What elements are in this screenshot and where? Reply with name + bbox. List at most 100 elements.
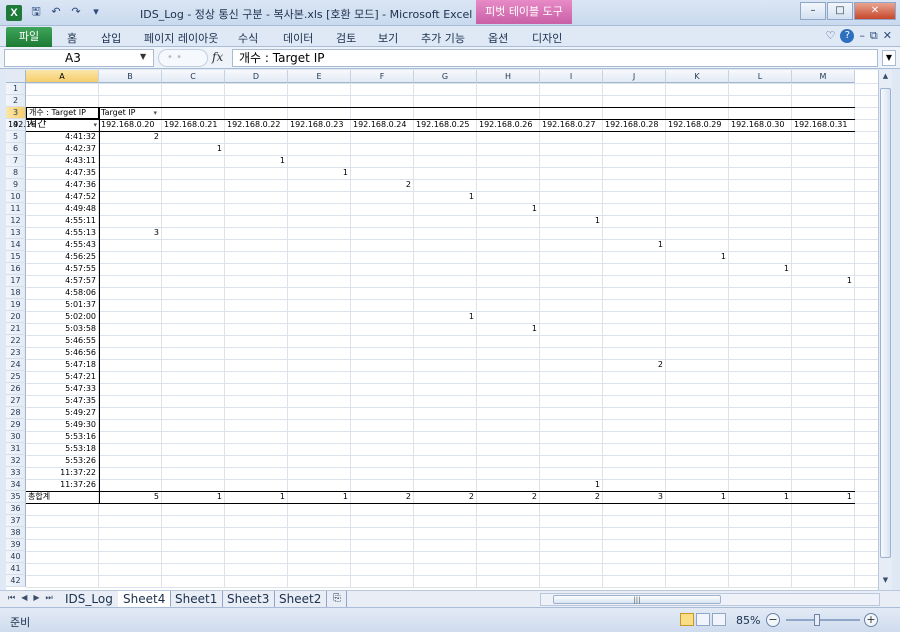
row-header-29[interactable]: 29 xyxy=(6,419,26,431)
row-header-19[interactable]: 19 xyxy=(6,299,26,311)
column-header-e[interactable]: E xyxy=(288,70,351,83)
vertical-scroll-thumb[interactable] xyxy=(880,88,891,558)
zoom-in-icon[interactable]: + xyxy=(864,613,878,627)
row-header-41[interactable]: 41 xyxy=(6,563,26,575)
scroll-down-icon[interactable]: ▼ xyxy=(880,576,891,588)
pivot-row-label-time[interactable]: 4:43:11 xyxy=(26,155,99,167)
zoom-out-icon[interactable]: − xyxy=(766,613,780,627)
pivot-row-label-time[interactable]: 5:53:26 xyxy=(26,455,99,467)
pivot-value-cell[interactable]: 1 xyxy=(477,323,540,335)
pivot-row-label-time[interactable]: 5:49:27 xyxy=(26,407,99,419)
pivot-value-cell[interactable]: 1 xyxy=(477,203,540,215)
workbook-restore-icon[interactable]: ⧉ xyxy=(870,29,878,43)
pivot-value-cell[interactable]: 1 xyxy=(603,239,666,251)
scroll-up-icon[interactable]: ▲ xyxy=(880,72,891,84)
pivot-value-cell[interactable]: 1 xyxy=(540,479,603,491)
row-header-35[interactable]: 35 xyxy=(6,491,26,503)
row-header-11[interactable]: 11 xyxy=(6,203,26,215)
insert-function-icon[interactable]: fx xyxy=(212,50,223,64)
pivot-value-cell[interactable]: 3 xyxy=(99,227,162,239)
tab-view[interactable]: 보기 xyxy=(378,30,398,46)
pivot-row-field-cell[interactable]: 시간 ▾ xyxy=(26,119,99,131)
tab-page-layout[interactable]: 페이지 레이아웃 xyxy=(144,30,218,46)
pivot-value-cell[interactable]: 1 xyxy=(729,263,792,275)
row-header-21[interactable]: 21 xyxy=(6,323,26,335)
excel-app-icon[interactable]: X xyxy=(6,5,22,21)
pivot-row-label-time[interactable]: 4:49:48 xyxy=(26,203,99,215)
pivot-value-cell[interactable]: 2 xyxy=(99,131,162,143)
row-header-36[interactable]: 36 xyxy=(6,503,26,515)
customize-qat-icon[interactable]: ▾ xyxy=(88,4,104,20)
workbook-close-icon[interactable]: ✕ xyxy=(883,29,892,43)
pivot-grand-total-value[interactable]: 1 xyxy=(225,491,288,503)
tab-file[interactable]: 파일 xyxy=(6,27,52,47)
row-header-2[interactable]: 2 xyxy=(6,95,26,107)
row-header-28[interactable]: 28 xyxy=(6,407,26,419)
pivot-column-header-ip[interactable]: 192.168.0.20 xyxy=(99,119,162,131)
pivot-grand-total-value[interactable]: 2 xyxy=(477,491,540,503)
row-header-34[interactable]: 34 xyxy=(6,479,26,491)
pivot-value-cell[interactable]: 2 xyxy=(603,359,666,371)
column-header-d[interactable]: D xyxy=(225,70,288,83)
pivot-column-header-ip[interactable]: 192.168.0.23 xyxy=(288,119,351,131)
pivot-value-cell[interactable]: 1 xyxy=(225,155,288,167)
sheet-tab-ids-log[interactable]: IDS_Log xyxy=(60,591,119,607)
row-filter-dropdown-icon[interactable]: ▾ xyxy=(93,119,97,131)
pivot-row-label-time[interactable]: 4:57:55 xyxy=(26,263,99,275)
tab-options[interactable]: 옵션 xyxy=(488,30,508,46)
pivot-column-header-ip[interactable]: 192.168.0.28 xyxy=(603,119,666,131)
pivot-row-label-time[interactable]: 4:57:57 xyxy=(26,275,99,287)
pivot-grand-total-value[interactable]: 2 xyxy=(351,491,414,503)
pivot-column-field-cell[interactable]: Target IP ▾ xyxy=(99,107,159,119)
pivot-row-label-time[interactable]: 4:47:36 xyxy=(26,179,99,191)
pivot-row-label-time[interactable]: 4:58:06 xyxy=(26,287,99,299)
zoom-level[interactable]: 85% xyxy=(736,614,760,627)
column-header-k[interactable]: K xyxy=(666,70,729,83)
pivot-grand-total-value[interactable]: 2 xyxy=(414,491,477,503)
pivot-grand-total-value[interactable]: 1 xyxy=(288,491,351,503)
row-header-37[interactable]: 37 xyxy=(6,515,26,527)
vertical-scrollbar[interactable]: ▲ ▼ xyxy=(878,70,892,590)
pivot-row-label-time[interactable]: 4:55:13 xyxy=(26,227,99,239)
tab-formulas[interactable]: 수식 xyxy=(238,30,258,46)
pivot-row-label-time[interactable]: 5:46:55 xyxy=(26,335,99,347)
workbook-minimize-icon[interactable]: – xyxy=(859,29,865,43)
tab-design[interactable]: 디자인 xyxy=(532,30,562,46)
row-header-20[interactable]: 20 xyxy=(6,311,26,323)
sheet-tab-sheet2[interactable]: Sheet2 xyxy=(274,591,328,607)
row-header-17[interactable]: 17 xyxy=(6,275,26,287)
column-header-g[interactable]: G xyxy=(414,70,477,83)
pivot-row-label-time[interactable]: 5:02:00 xyxy=(26,311,99,323)
row-header-32[interactable]: 32 xyxy=(6,455,26,467)
page-break-view-button[interactable] xyxy=(712,613,726,626)
sheet-tab-sheet4[interactable]: Sheet4 xyxy=(118,591,172,607)
pivot-row-label-time[interactable]: 4:42:37 xyxy=(26,143,99,155)
pivot-row-label-time[interactable]: 4:41:32 xyxy=(26,131,99,143)
pivot-value-cell[interactable]: 1 xyxy=(414,191,477,203)
row-header-23[interactable]: 23 xyxy=(6,347,26,359)
pivot-row-label-time[interactable]: 5:53:16 xyxy=(26,431,99,443)
select-all-corner[interactable] xyxy=(6,70,26,83)
pivot-column-header-ip[interactable]: 192.168.0.29 xyxy=(666,119,729,131)
column-header-j[interactable]: J xyxy=(603,70,666,83)
column-header-b[interactable]: B xyxy=(99,70,162,83)
normal-view-button[interactable] xyxy=(680,613,694,626)
tab-home[interactable]: 홈 xyxy=(67,30,77,46)
pivot-row-label-time[interactable]: 4:56:25 xyxy=(26,251,99,263)
prev-sheet-icon[interactable]: ◀ xyxy=(21,593,27,603)
minimize-button[interactable]: – xyxy=(800,2,826,20)
name-box-dropdown-icon[interactable]: ▼ xyxy=(140,52,146,61)
zoom-track[interactable] xyxy=(786,619,860,621)
row-header-8[interactable]: 8 xyxy=(6,167,26,179)
row-header-9[interactable]: 9 xyxy=(6,179,26,191)
formula-input[interactable]: 개수 : Target IP xyxy=(232,49,878,67)
pivot-grand-total-value[interactable]: 3 xyxy=(603,491,666,503)
redo-icon[interactable]: ↷ xyxy=(68,4,84,20)
pivot-value-cell[interactable]: 2 xyxy=(351,179,414,191)
column-header-h[interactable]: H xyxy=(477,70,540,83)
row-header-14[interactable]: 14 xyxy=(6,239,26,251)
tab-data[interactable]: 데이터 xyxy=(283,30,313,46)
row-header-7[interactable]: 7 xyxy=(6,155,26,167)
pivot-row-label-time[interactable]: 5:47:18 xyxy=(26,359,99,371)
column-header-l[interactable]: L xyxy=(729,70,792,83)
